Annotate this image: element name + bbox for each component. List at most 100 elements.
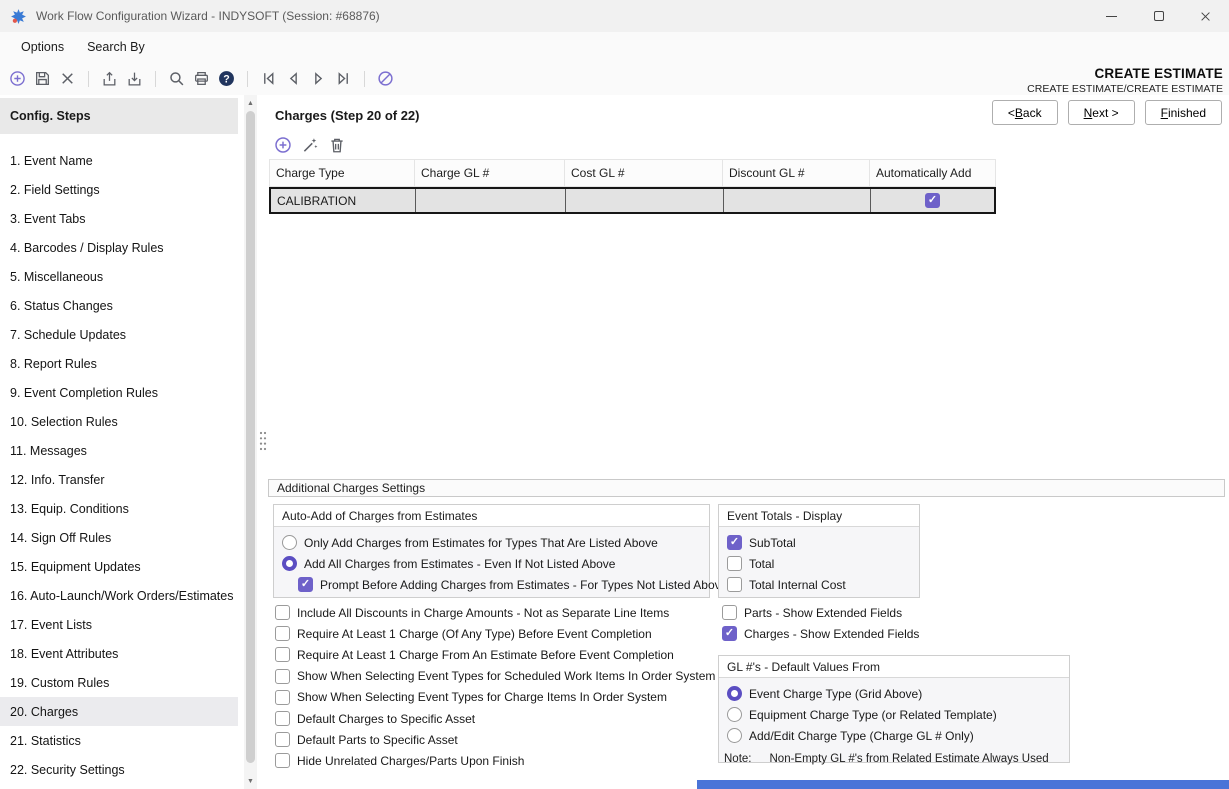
checkbox-checked[interactable] bbox=[298, 577, 313, 592]
radio-unchecked[interactable] bbox=[727, 707, 742, 722]
search-icon[interactable] bbox=[168, 70, 185, 87]
column-header-automatically-add[interactable]: Automatically Add bbox=[870, 160, 993, 186]
checkbox-option[interactable]: Default Parts to Specific Asset bbox=[275, 729, 715, 750]
next-icon[interactable] bbox=[310, 70, 327, 87]
column-header-charge-gl[interactable]: Charge GL # bbox=[415, 160, 565, 186]
checkbox-option[interactable]: Total bbox=[727, 553, 911, 574]
radio-unchecked[interactable] bbox=[727, 728, 742, 743]
checkbox-unchecked[interactable] bbox=[722, 605, 737, 620]
checkbox-option[interactable]: Hide Unrelated Charges/Parts Upon Finish bbox=[275, 750, 715, 771]
sidebar-item-10-selection-rules[interactable]: 10. Selection Rules bbox=[0, 407, 238, 436]
sidebar-item-4-barcodes-display-rules[interactable]: 4. Barcodes / Display Rules bbox=[0, 233, 238, 262]
checkbox-option[interactable]: Charges - Show Extended Fields bbox=[722, 623, 919, 644]
checkbox-option[interactable]: SubTotal bbox=[727, 532, 911, 553]
sidebar-item-1-event-name[interactable]: 1. Event Name bbox=[0, 146, 238, 175]
radio-unchecked[interactable] bbox=[282, 535, 297, 550]
checkbox-unchecked[interactable] bbox=[275, 626, 290, 641]
previous-icon[interactable] bbox=[285, 70, 302, 87]
import-icon[interactable] bbox=[126, 70, 143, 87]
checkbox-option[interactable]: Parts - Show Extended Fields bbox=[722, 602, 919, 623]
checkbox-option[interactable]: Show When Selecting Event Types for Char… bbox=[275, 687, 715, 708]
checkbox-option[interactable]: Show When Selecting Event Types for Sche… bbox=[275, 666, 715, 687]
gl-defaults-group: GL #'s - Default Values From Event Charg… bbox=[718, 655, 1070, 763]
sidebar-item-22-security-settings[interactable]: 22. Security Settings bbox=[0, 755, 238, 784]
checkbox-option[interactable]: Total Internal Cost bbox=[727, 574, 911, 595]
save-icon[interactable] bbox=[34, 70, 51, 87]
checkbox-unchecked[interactable] bbox=[275, 605, 290, 620]
menu-search-by[interactable]: Search By bbox=[87, 40, 145, 54]
sidebar-item-13-equip-conditions[interactable]: 13. Equip. Conditions bbox=[0, 494, 238, 523]
add-icon[interactable] bbox=[274, 136, 292, 154]
scroll-up-arrow[interactable]: ▲ bbox=[244, 96, 257, 110]
event-totals-group-title: Event Totals - Display bbox=[719, 505, 919, 527]
checkbox-unchecked[interactable] bbox=[727, 556, 742, 571]
sidebar-item-5-miscellaneous[interactable]: 5. Miscellaneous bbox=[0, 262, 238, 291]
back-button[interactable]: < Back bbox=[992, 100, 1058, 125]
scrollbar-thumb[interactable] bbox=[246, 111, 255, 763]
checkbox-option[interactable]: Include All Discounts in Charge Amounts … bbox=[275, 602, 715, 623]
close-icon bbox=[1200, 11, 1211, 22]
sidebar-item-16-auto-launch-work-orders-estimates[interactable]: 16. Auto-Launch/Work Orders/Estimates bbox=[0, 581, 238, 610]
menu-options[interactable]: Options bbox=[21, 40, 64, 54]
finished-button[interactable]: Finished bbox=[1145, 100, 1222, 125]
checkbox-checked[interactable] bbox=[722, 626, 737, 641]
sidebar-item-11-messages[interactable]: 11. Messages bbox=[0, 436, 238, 465]
delete-icon[interactable] bbox=[59, 70, 76, 87]
sidebar-scrollbar[interactable]: ▲ ▼ bbox=[244, 95, 257, 789]
trash-icon[interactable] bbox=[328, 136, 346, 154]
checkbox-unchecked[interactable] bbox=[727, 577, 742, 592]
sidebar-item-7-schedule-updates[interactable]: 7. Schedule Updates bbox=[0, 320, 238, 349]
export-icon[interactable] bbox=[101, 70, 118, 87]
print-icon[interactable] bbox=[193, 70, 210, 87]
sidebar-item-21-statistics[interactable]: 21. Statistics bbox=[0, 726, 238, 755]
radio-option[interactable]: Add/Edit Charge Type (Charge GL # Only) bbox=[727, 725, 1061, 746]
add-icon[interactable] bbox=[9, 70, 26, 87]
column-header-charge-type[interactable]: Charge Type bbox=[270, 160, 415, 186]
table-row[interactable]: CALIBRATION bbox=[269, 187, 996, 214]
first-icon[interactable] bbox=[260, 70, 277, 87]
checkbox-checked[interactable] bbox=[925, 193, 940, 208]
next-button[interactable]: Next > bbox=[1068, 100, 1135, 125]
last-icon[interactable] bbox=[335, 70, 352, 87]
charges-table: Charge TypeCharge GL #Cost GL #Discount … bbox=[269, 159, 996, 214]
sidebar-item-8-report-rules[interactable]: 8. Report Rules bbox=[0, 349, 238, 378]
minimize-button[interactable] bbox=[1088, 0, 1135, 32]
close-button[interactable] bbox=[1182, 0, 1229, 32]
sidebar-item-15-equipment-updates[interactable]: 15. Equipment Updates bbox=[0, 552, 238, 581]
sidebar-item-6-status-changes[interactable]: 6. Status Changes bbox=[0, 291, 238, 320]
option-label: Total bbox=[749, 557, 774, 571]
sidebar-item-3-event-tabs[interactable]: 3. Event Tabs bbox=[0, 204, 238, 233]
radio-checked[interactable] bbox=[282, 556, 297, 571]
checkbox-option[interactable]: Prompt Before Adding Charges from Estima… bbox=[298, 574, 701, 595]
checkbox-unchecked[interactable] bbox=[275, 732, 290, 747]
radio-checked[interactable] bbox=[727, 686, 742, 701]
radio-option[interactable]: Event Charge Type (Grid Above) bbox=[727, 683, 1061, 704]
sidebar-item-14-sign-off-rules[interactable]: 14. Sign Off Rules bbox=[0, 523, 238, 552]
sidebar-item-12-info-transfer[interactable]: 12. Info. Transfer bbox=[0, 465, 238, 494]
sidebar-item-17-event-lists[interactable]: 17. Event Lists bbox=[0, 610, 238, 639]
sidebar-item-20-charges[interactable]: 20. Charges bbox=[0, 697, 238, 726]
checkbox-unchecked[interactable] bbox=[275, 711, 290, 726]
sidebar-item-9-event-completion-rules[interactable]: 9. Event Completion Rules bbox=[0, 378, 238, 407]
scroll-down-arrow[interactable]: ▼ bbox=[244, 774, 257, 788]
checkbox-unchecked[interactable] bbox=[275, 753, 290, 768]
checkbox-checked[interactable] bbox=[727, 535, 742, 550]
checkbox-unchecked[interactable] bbox=[275, 669, 290, 684]
column-header-cost-gl[interactable]: Cost GL # bbox=[565, 160, 723, 186]
checkbox-unchecked[interactable] bbox=[275, 690, 290, 705]
checkbox-option[interactable]: Require At Least 1 Charge (Of Any Type) … bbox=[275, 623, 715, 644]
checkbox-option[interactable]: Require At Least 1 Charge From An Estima… bbox=[275, 644, 715, 665]
cancel-icon[interactable] bbox=[377, 70, 394, 87]
wand-icon[interactable] bbox=[301, 136, 319, 154]
sidebar-item-19-custom-rules[interactable]: 19. Custom Rules bbox=[0, 668, 238, 697]
column-header-discount-gl[interactable]: Discount GL # bbox=[723, 160, 870, 186]
checkbox-unchecked[interactable] bbox=[275, 647, 290, 662]
radio-option[interactable]: Only Add Charges from Estimates for Type… bbox=[282, 532, 701, 553]
radio-option[interactable]: Add All Charges from Estimates - Even If… bbox=[282, 553, 701, 574]
maximize-button[interactable] bbox=[1135, 0, 1182, 32]
checkbox-option[interactable]: Default Charges to Specific Asset bbox=[275, 708, 715, 729]
radio-option[interactable]: Equipment Charge Type (or Related Templa… bbox=[727, 704, 1061, 725]
sidebar-item-2-field-settings[interactable]: 2. Field Settings bbox=[0, 175, 238, 204]
sidebar-item-18-event-attributes[interactable]: 18. Event Attributes bbox=[0, 639, 238, 668]
help-icon[interactable]: ? bbox=[218, 70, 235, 87]
